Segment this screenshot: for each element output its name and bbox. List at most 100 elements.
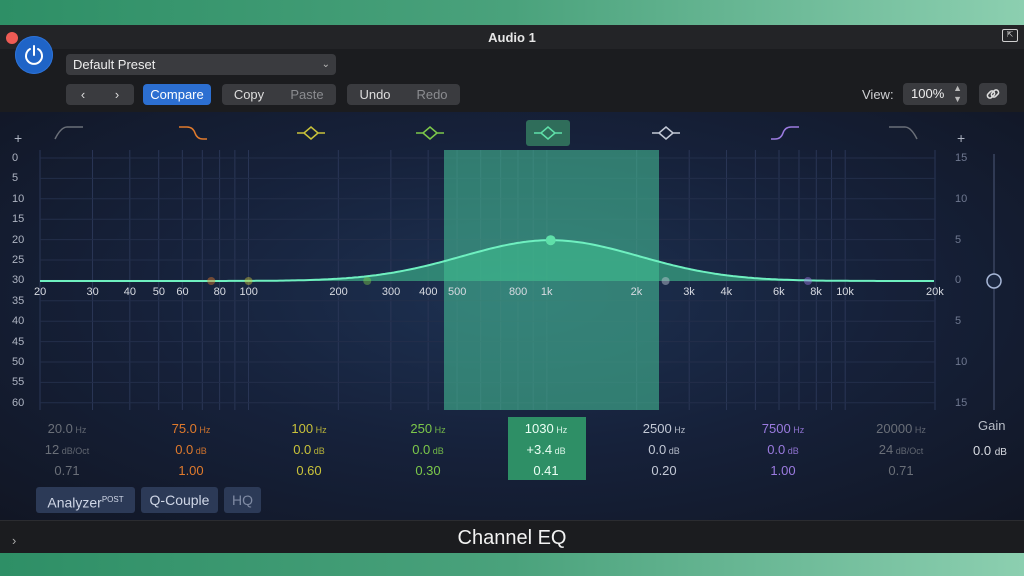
band-q[interactable]: 0.30 [388,463,468,478]
band-q[interactable]: 0.60 [269,463,349,478]
left-scale-label: 55 [12,376,25,389]
band-q[interactable]: 0.71 [27,463,107,478]
band-handle[interactable] [244,277,253,285]
undo-button[interactable]: Undo [347,84,403,105]
band-handle[interactable] [207,277,216,285]
right-scale-label: 15 [955,152,968,164]
band-type-button[interactable] [881,120,925,146]
band-frequency[interactable]: 100 Hz [269,421,349,436]
band-type-button[interactable] [644,120,688,146]
band-handle[interactable] [363,277,372,285]
left-scale-label: 5 [12,172,19,185]
band-frequency[interactable]: 20000 Hz [861,421,941,436]
redo-button[interactable]: Redo [404,84,460,105]
band-frequency[interactable]: 2500 Hz [624,421,704,436]
previous-preset-button[interactable]: ‹ [66,84,100,105]
right-scale-label: 10 [955,192,968,205]
plugin-name: Channel EQ [457,527,567,549]
band-handle[interactable] [661,277,670,285]
band-type-button[interactable] [289,120,333,146]
band-type-button[interactable] [47,120,91,146]
frequency-label: 6k [773,286,785,298]
window-title: Audio 1 [488,30,536,45]
bell-icon [416,126,444,140]
frequency-label: 2k [630,286,643,298]
high-cut-icon [889,126,918,140]
chevron-down-icon: ⌄ [321,59,330,70]
gain-label: Gain [978,418,1006,433]
frequency-label: 300 [381,286,401,298]
band-gain[interactable]: 0.0 dB [743,442,823,457]
low-shelf-icon [179,126,207,140]
gain-value[interactable]: 0.0 dB [973,443,1007,458]
band-frequency[interactable]: 1030 Hz [506,421,586,436]
band-gain[interactable]: 0.0 dB [388,442,468,457]
left-scale-label: 35 [12,294,25,307]
frequency-label: 100 [239,286,258,298]
q-couple-button[interactable]: Q-Couple [141,487,218,513]
up-down-icon: ▲ ▼ [953,83,962,104]
frequency-label: 10k [836,286,854,298]
band-q[interactable]: 0.41 [506,463,586,478]
frequency-label: 800 [508,286,528,298]
band-gain[interactable]: 24 dB/Oct [861,442,941,457]
gain-slider-knob[interactable] [986,273,1002,289]
frequency-label: 500 [448,286,467,298]
zoom-in-right-icon[interactable]: + [957,130,965,146]
frequency-label: 20k [926,286,944,298]
band-type-button[interactable] [763,120,807,146]
frequency-label: 80 [213,286,226,298]
band-frequency[interactable]: 20.0 Hz [27,421,107,436]
analyzer-button[interactable]: AnalyzerPOST [36,487,135,513]
left-scale-label: 50 [12,356,25,368]
chevron-left-icon: ‹ [80,87,86,102]
hq-button[interactable]: HQ [224,487,261,513]
right-scale-label: 5 [955,315,962,328]
band-gain[interactable]: 0.0 dB [624,442,704,457]
eq-graph[interactable] [0,112,1024,417]
band-q[interactable]: 0.20 [624,463,704,478]
frequency-label: 60 [176,286,189,298]
low-cut-icon [54,126,83,140]
preset-dropdown[interactable]: Default Preset ⌄ [66,54,336,75]
frequency-label: 30 [86,286,99,298]
left-scale-label: 30 [12,274,25,287]
band-type-button[interactable] [408,120,452,146]
band-handle[interactable] [545,235,556,246]
band-type-button[interactable] [171,120,215,146]
band-gain[interactable]: +3.4 dB [506,442,586,457]
chevron-right-icon: › [114,87,120,102]
power-button[interactable] [15,36,53,74]
power-icon [25,45,43,65]
zoom-in-left-icon[interactable]: + [14,130,22,146]
compare-button[interactable]: Compare [143,84,211,105]
expand-icon[interactable]: ⇱ [1002,29,1018,42]
band-frequency[interactable]: 75.0 Hz [151,421,231,436]
band-q[interactable]: 0.71 [861,463,941,478]
right-scale-label: 5 [955,233,962,246]
view-zoom-select[interactable]: 100% ▲ ▼ [903,83,967,105]
frequency-label: 8k [810,286,822,298]
frequency-label: 1k [540,286,553,298]
view-label: View: [862,87,894,102]
link-icon [986,89,1000,99]
view-zoom-value: 100% [911,86,945,101]
band-type-button[interactable] [526,120,570,146]
band-gain[interactable]: 0.0 dB [151,442,231,457]
band-frequency[interactable]: 250 Hz [388,421,468,436]
right-scale-label: 10 [955,356,968,368]
link-button[interactable] [979,83,1007,105]
left-scale-label: 0 [12,152,19,164]
band-handle[interactable] [803,277,812,285]
band-q[interactable]: 1.00 [743,463,823,478]
next-preset-button[interactable]: › [100,84,134,105]
left-scale-label: 40 [12,315,25,328]
paste-button[interactable]: Paste [278,84,336,105]
band-gain[interactable]: 12 dB/Oct [27,442,107,457]
band-gain[interactable]: 0.0 dB [269,442,349,457]
copy-button[interactable]: Copy [222,84,276,105]
band-frequency[interactable]: 7500 Hz [743,421,823,436]
frequency-label: 40 [123,286,137,298]
high-shelf-icon [771,126,799,140]
band-q[interactable]: 1.00 [151,463,231,478]
